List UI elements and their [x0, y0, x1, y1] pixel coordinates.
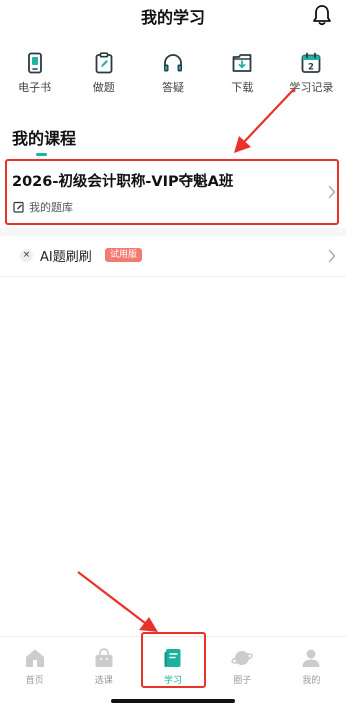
header: 我的学习: [0, 0, 346, 32]
quicknav-label: 答疑: [162, 81, 184, 94]
tab-label: 首页: [25, 676, 44, 686]
planet-icon: [231, 651, 254, 665]
profile-icon: [302, 649, 320, 667]
row-divider: [0, 276, 346, 277]
bell-icon[interactable]: [312, 4, 332, 26]
tab-courses[interactable]: 选课: [69, 637, 138, 692]
quicknav-label: 电子书: [18, 81, 52, 94]
exercise-icon: [95, 52, 113, 74]
tab-label: 我的: [302, 676, 321, 686]
ebook-icon: [27, 52, 42, 74]
headphones-icon: [164, 54, 182, 72]
ai-practice-label: AI题刷刷: [40, 250, 92, 265]
quicknav-study-record[interactable]: 2 学习记录: [277, 52, 346, 100]
tab-community[interactable]: 圈子: [208, 637, 277, 692]
home-indicator: [111, 699, 235, 703]
tab-profile[interactable]: 我的: [277, 637, 346, 692]
download-icon: [232, 54, 252, 72]
annotation-arrowhead: [234, 136, 251, 153]
chevron-right-icon: [328, 249, 336, 263]
calendar-badge: 2: [308, 63, 314, 73]
edit-note-icon: [13, 201, 24, 213]
quicknav-label: 做题: [92, 81, 115, 94]
bottom-tab-bar: 首页 选课 学习 圈子 我的: [0, 636, 346, 692]
annotation-arrowhead: [139, 617, 158, 632]
course-card[interactable]: [0, 158, 346, 226]
shop-bag-icon: [95, 648, 113, 667]
quicknav-download[interactable]: 下载: [208, 52, 277, 100]
section-title-courses: 我的课程: [12, 129, 77, 148]
annotation-arrow: [77, 571, 146, 624]
trial-badge: 试用版: [105, 248, 143, 262]
book-icon: [164, 649, 181, 667]
title-underline: [36, 153, 47, 156]
quicknav-label: 下载: [231, 81, 254, 94]
quicknav-label: 学习记录: [289, 81, 334, 94]
annotation-arrows: [77, 87, 296, 632]
quicknav-qa[interactable]: 答疑: [138, 52, 207, 100]
question-bank-link[interactable]: 我的题库: [13, 199, 73, 215]
page-title: 我的学习: [140, 8, 205, 27]
tab-home[interactable]: 首页: [0, 637, 69, 692]
section-divider: [0, 228, 346, 236]
quicknav-exercise[interactable]: 做题: [69, 52, 138, 100]
chevron-right-icon: [328, 185, 336, 199]
close-icon[interactable]: ×: [20, 249, 33, 262]
quick-nav: 电子书 做题 答疑 下载 2 学习记录: [0, 52, 346, 100]
tab-label: 圈子: [233, 676, 252, 686]
tab-label: 选课: [94, 676, 113, 686]
quicknav-ebook[interactable]: 电子书: [0, 52, 69, 100]
tab-study[interactable]: 学习: [138, 637, 207, 692]
course-name[interactable]: 2026-初级会计职称-VIP夺魁A班: [12, 170, 233, 191]
question-bank-label: 我的题库: [29, 201, 73, 214]
calendar-icon: 2: [302, 52, 321, 73]
home-icon: [25, 649, 44, 667]
tab-label: 学习: [164, 676, 183, 686]
